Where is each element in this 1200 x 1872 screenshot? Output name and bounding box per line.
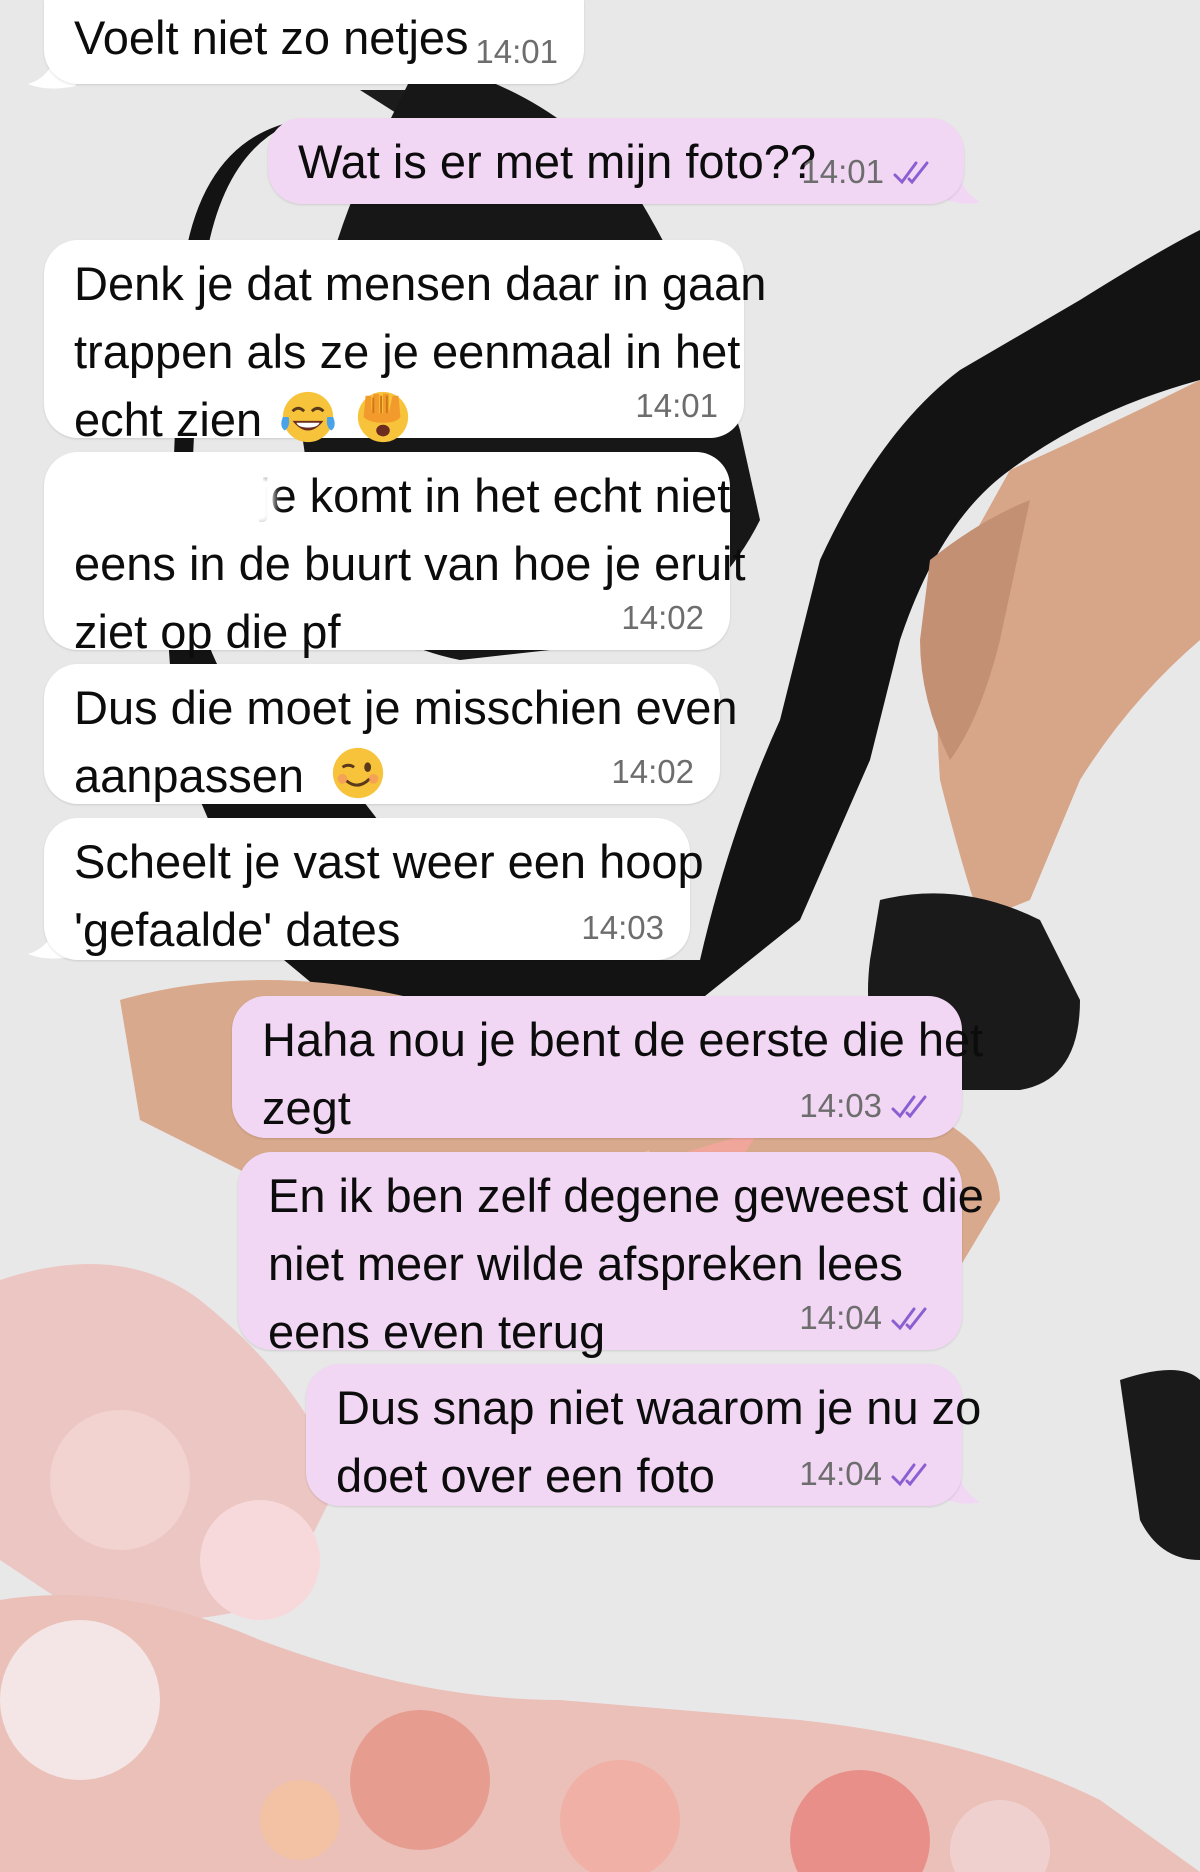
double-check-icon (891, 1095, 927, 1119)
message-text-line: echt zien (74, 386, 716, 454)
message-meta: 14:01 (475, 32, 558, 72)
message-meta: 14:01 (635, 386, 718, 426)
message-meta: 14:03 (799, 1086, 936, 1126)
double-check-icon (891, 1463, 927, 1487)
message-outgoing[interactable]: Haha nou je bent de eerste die het zegt … (232, 996, 984, 1138)
message-text: aanpassen (74, 749, 304, 802)
message-time: 14:01 (635, 387, 718, 424)
message-meta: 14:03 (581, 908, 664, 948)
message-incoming[interactable]: Denk je dat mensen daar in gaan trappen … (44, 240, 767, 446)
message-text: 'gefaalde' dates (74, 903, 401, 956)
message-outgoing[interactable]: Wat is er met mijn foto?? 14:01 (268, 118, 964, 204)
message-text: echt zien (74, 393, 263, 446)
message-text: eens in de buurt van hoe je eruit (74, 537, 746, 590)
message-incoming[interactable]: Dus die moet je misschien even aanpassen… (44, 664, 738, 804)
message-outgoing[interactable]: En ik ben zelf degene geweest die niet m… (238, 1152, 984, 1358)
message-text: ziet op die pf (74, 605, 341, 658)
message-outgoing[interactable]: Dus snap niet waarom je nu zo doet over … (306, 1364, 982, 1506)
message-incoming[interactable]: Voelt niet zo netjes 14:01 (44, 0, 584, 84)
message-time: 14:02 (611, 753, 694, 790)
message-time: 14:01 (801, 153, 884, 190)
message-time: 14:04 (799, 1455, 882, 1492)
message-text: Dus die moet je misschien even (74, 681, 738, 734)
redacted-text (74, 474, 274, 526)
message-text-line: aanpassen (74, 742, 692, 810)
message-text: niet meer wilde afspreken lees (268, 1237, 903, 1290)
message-text: Dus snap niet waarom je nu zo (336, 1381, 982, 1434)
message-text: Scheelt je vast weer een hoop (74, 835, 704, 888)
message-text: Haha nou je bent de eerste die het (262, 1013, 984, 1066)
message-time: 14:02 (621, 599, 704, 636)
tears-of-joy-emoji (281, 391, 335, 443)
double-check-icon (893, 161, 929, 185)
message-incoming[interactable]: Scheelt je vast weer een hoop 'gefaalde'… (44, 818, 704, 960)
message-meta: 14:02 (611, 752, 694, 792)
message-text: trappen als ze je eenmaal in het (74, 325, 741, 378)
message-meta: 14:04 (799, 1454, 936, 1494)
double-check-icon (891, 1307, 927, 1331)
winking-face-emoji (332, 747, 384, 799)
face-with-hand-over-eyes-emoji (358, 391, 409, 443)
message-text: En ik ben zelf degene geweest die (268, 1169, 984, 1222)
message-meta: 14:02 (621, 598, 704, 638)
message-time: 14:04 (799, 1299, 882, 1336)
message-time: 14:03 (799, 1087, 882, 1124)
message-text: Denk je dat mensen daar in gaan (74, 257, 767, 310)
message-time: 14:03 (581, 909, 664, 946)
message-meta: 14:01 (801, 152, 938, 192)
message-meta: 14:04 (799, 1298, 936, 1338)
message-incoming[interactable]: je komt in het echt niet eens in de buur… (44, 452, 746, 658)
message-time: 14:01 (475, 33, 558, 70)
